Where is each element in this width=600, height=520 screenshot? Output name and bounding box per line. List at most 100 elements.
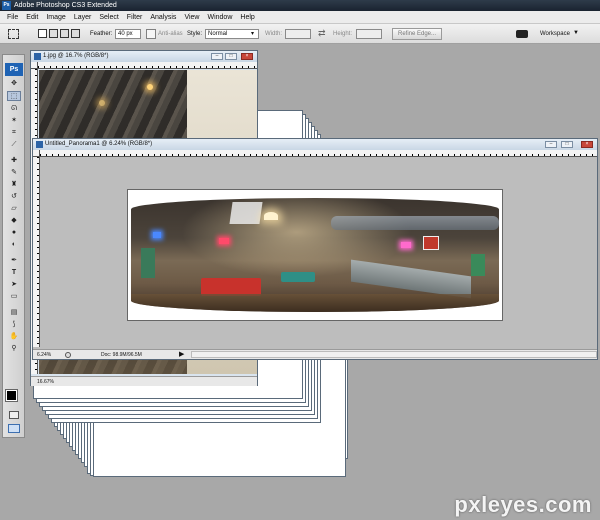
- selection-intersect-icon[interactable]: [71, 29, 80, 38]
- antialias-checkbox[interactable]: [146, 29, 156, 39]
- feather-label: Feather:: [90, 31, 113, 37]
- door: [141, 248, 155, 278]
- status-menu-arrow-icon[interactable]: ▶: [179, 350, 184, 360]
- camera-icon[interactable]: [516, 30, 528, 38]
- quick-mask-icon[interactable]: [9, 411, 19, 419]
- marquee-tool-icon[interactable]: ⬚: [7, 91, 21, 101]
- ps-logo: Ps: [5, 63, 23, 76]
- status-bar: 16.67%: [31, 376, 257, 386]
- foreground-color-swatch[interactable]: [5, 389, 18, 402]
- history-brush-icon[interactable]: ↺: [7, 192, 21, 202]
- selection-add-icon[interactable]: [49, 29, 58, 38]
- dodge-tool-icon[interactable]: ◐: [7, 240, 21, 250]
- menu-select[interactable]: Select: [95, 11, 122, 24]
- screen-mode-icon[interactable]: [8, 424, 20, 433]
- panorama-canvas[interactable]: [127, 189, 503, 321]
- marquee-tool-preset-icon[interactable]: [8, 29, 19, 39]
- neon-sign-blue: [153, 232, 161, 238]
- horizontal-scrollbar[interactable]: [191, 351, 597, 358]
- menu-view[interactable]: View: [180, 11, 203, 24]
- panorama-image[interactable]: [131, 198, 499, 312]
- height-label: Height:: [333, 31, 353, 37]
- brush-tool-icon[interactable]: ✎: [7, 168, 21, 178]
- options-bar: Feather: 40 px Anti-alias Style: Normal …: [0, 24, 600, 44]
- refine-edge-button[interactable]: Refine Edge...: [392, 28, 442, 40]
- hand-tool-icon[interactable]: ✋: [7, 332, 21, 342]
- style-label: Style:: [187, 31, 203, 37]
- ceiling-light: [99, 100, 105, 106]
- width-input[interactable]: [285, 29, 311, 39]
- path-select-icon[interactable]: ➤: [7, 280, 21, 290]
- document-size: Doc: 98.9M/96.5M: [101, 352, 142, 358]
- paint-bucket-icon[interactable]: ◆: [7, 216, 21, 226]
- document-title-bar[interactable]: 1.jpg @ 16.7% (RGB/8*) – □ ×: [31, 51, 257, 62]
- eraser-tool-icon[interactable]: ▱: [7, 204, 21, 214]
- blur-tool-icon[interactable]: ●: [7, 228, 21, 238]
- status-bar: 6.24% Doc: 98.9M/96.5M ▶: [33, 349, 597, 359]
- selection-subtract-icon[interactable]: [60, 29, 69, 38]
- app-title-bar: Ps Adobe Photoshop CS3 Extended: [0, 0, 600, 11]
- ruler-corner: [33, 150, 40, 157]
- toolbox: Ps ✥ ⬚ ᘏ ✶ ⌗ ⟋ ✚ ✎ ♜ ↺ ▱ ◆ ● ◐ ✒ T ➤ ▭ ▤…: [2, 54, 25, 438]
- menu-image[interactable]: Image: [42, 11, 69, 24]
- pendant-lamp: [264, 212, 278, 220]
- maximize-icon[interactable]: □: [225, 53, 237, 60]
- healing-brush-icon[interactable]: ✚: [7, 156, 21, 166]
- maximize-icon[interactable]: □: [561, 141, 573, 148]
- triangle-down-icon: ▼: [573, 30, 579, 36]
- zoom-level[interactable]: 6.24%: [37, 350, 51, 360]
- watermark: pxleyes.com: [454, 492, 592, 517]
- menu-window[interactable]: Window: [203, 11, 236, 24]
- swap-icon[interactable]: ⇄: [318, 28, 326, 39]
- document-title-bar[interactable]: Untitled_Panorama1 @ 6.24% (RGB/8*) – □ …: [33, 139, 597, 150]
- workspace-button[interactable]: Workspace: [540, 28, 570, 40]
- zoom-tool-icon[interactable]: ⚲: [7, 344, 21, 354]
- horizontal-ruler[interactable]: [38, 62, 257, 69]
- status-info-icon[interactable]: [65, 352, 71, 358]
- menu-edit[interactable]: Edit: [22, 11, 42, 24]
- ceiling-duct: [331, 216, 499, 230]
- document-title: 1.jpg @ 16.7% (RGB/8*): [43, 53, 109, 59]
- chevron-down-icon: ▾: [251, 31, 255, 37]
- pen-tool-icon[interactable]: ✒: [7, 256, 21, 266]
- notes-tool-icon[interactable]: ▤: [7, 308, 21, 318]
- shape-tool-icon[interactable]: ▭: [7, 292, 21, 302]
- ceiling-sign: [229, 202, 263, 224]
- document-window-panorama[interactable]: Untitled_Panorama1 @ 6.24% (RGB/8*) – □ …: [32, 138, 598, 360]
- menu-layer[interactable]: Layer: [70, 11, 96, 24]
- floor: [131, 294, 499, 312]
- menu-bar: File Edit Image Layer Select Filter Anal…: [0, 11, 600, 24]
- neon-sign-red: [219, 238, 229, 244]
- minimize-icon[interactable]: –: [545, 141, 557, 148]
- crop-tool-icon[interactable]: ⌗: [7, 128, 21, 138]
- neon-sign-pink: [401, 242, 411, 248]
- close-icon[interactable]: ×: [241, 53, 253, 60]
- feather-input[interactable]: 40 px: [115, 29, 141, 39]
- type-tool-icon[interactable]: T: [7, 268, 21, 278]
- minimize-icon[interactable]: –: [211, 53, 223, 60]
- pool-table: [281, 272, 315, 282]
- menu-analysis[interactable]: Analysis: [146, 11, 180, 24]
- photoshop-app-icon: Ps: [2, 1, 11, 10]
- menu-help[interactable]: Help: [236, 11, 258, 24]
- door-right: [471, 254, 485, 276]
- zoom-level[interactable]: 16.67%: [37, 377, 54, 387]
- app-title: Adobe Photoshop CS3 Extended: [14, 2, 117, 9]
- width-label: Width:: [265, 31, 283, 37]
- horizontal-ruler[interactable]: [40, 150, 597, 157]
- clone-stamp-icon[interactable]: ♜: [7, 180, 21, 190]
- menu-filter[interactable]: Filter: [123, 11, 147, 24]
- menu-file[interactable]: File: [3, 11, 22, 24]
- wall-poster: [423, 236, 439, 250]
- close-icon[interactable]: ×: [581, 141, 593, 148]
- height-input[interactable]: [356, 29, 382, 39]
- selection-new-icon[interactable]: [38, 29, 47, 38]
- lasso-tool-icon[interactable]: ᘏ: [7, 104, 21, 114]
- document-icon: [36, 141, 43, 148]
- slice-tool-icon[interactable]: ⟋: [7, 140, 21, 150]
- bar-counter: [351, 259, 471, 299]
- vertical-ruler[interactable]: [33, 157, 40, 347]
- magic-wand-icon[interactable]: ✶: [7, 116, 21, 126]
- move-tool-icon[interactable]: ✥: [7, 79, 21, 89]
- eyedropper-icon[interactable]: ⟆: [7, 320, 21, 330]
